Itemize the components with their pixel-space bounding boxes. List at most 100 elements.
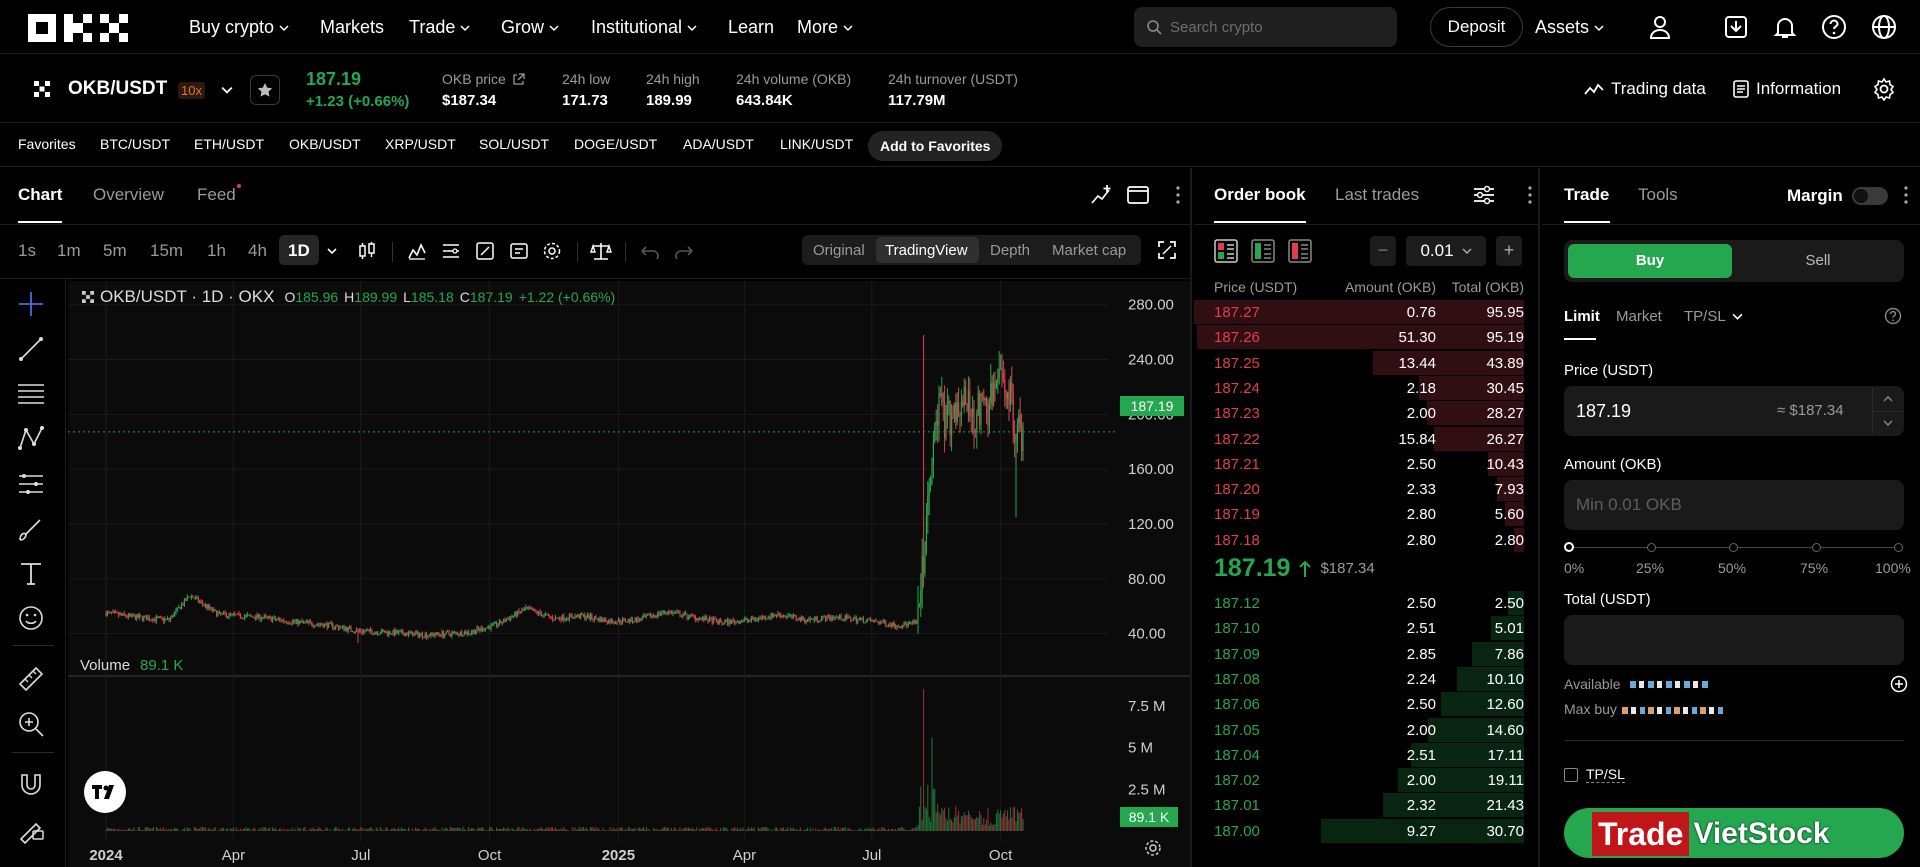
settings-gear-icon[interactable] bbox=[1872, 77, 1896, 101]
lock-drawing-icon[interactable] bbox=[16, 814, 46, 844]
view-depth[interactable]: Depth bbox=[990, 242, 1030, 259]
bid-row[interactable]: 187.12 2.50 2.50 bbox=[1214, 591, 1524, 616]
tradingview-logo[interactable] bbox=[84, 771, 126, 813]
timeframe-15m[interactable]: 15m bbox=[150, 241, 183, 261]
list-icon[interactable] bbox=[441, 241, 461, 261]
timeframe-5m[interactable]: 5m bbox=[103, 241, 127, 261]
tick-size-select[interactable]: 0.01 bbox=[1406, 236, 1486, 266]
price-field[interactable]: 187.19 ≈ $187.34 bbox=[1564, 386, 1904, 436]
ask-row[interactable]: 187.18 2.80 2.80 bbox=[1214, 527, 1524, 553]
ask-row[interactable]: 187.19 2.80 5.60 bbox=[1214, 502, 1524, 527]
tab-trade[interactable]: Trade bbox=[1564, 185, 1609, 205]
buy-tab[interactable]: Buy bbox=[1568, 244, 1732, 278]
fav-pair[interactable]: OKB/USDT bbox=[289, 136, 361, 152]
nav-institutional[interactable]: Institutional bbox=[591, 17, 697, 38]
emoji-icon[interactable] bbox=[16, 603, 46, 633]
nav-learn[interactable]: Learn bbox=[728, 17, 774, 38]
more-vertical-icon[interactable] bbox=[1528, 186, 1532, 204]
candles-icon[interactable] bbox=[357, 241, 377, 261]
book-bids-icon[interactable] bbox=[1251, 239, 1275, 263]
more-vertical-icon[interactable] bbox=[1176, 186, 1180, 204]
indicators-icon[interactable] bbox=[407, 241, 427, 261]
timeframe-1m[interactable]: 1m bbox=[57, 241, 81, 261]
deposit-button[interactable]: Deposit bbox=[1430, 7, 1523, 47]
tab-chart[interactable]: Chart bbox=[18, 185, 62, 205]
timeframe-4h[interactable]: 4h bbox=[248, 241, 267, 261]
nav-grow[interactable]: Grow bbox=[501, 17, 559, 38]
chart-area[interactable]: 280.00240.00200.00160.00120.0080.0040.00… bbox=[68, 281, 1190, 867]
drawing-template-icon[interactable] bbox=[475, 241, 495, 261]
add-funds-icon[interactable] bbox=[1890, 675, 1908, 693]
info-icon[interactable] bbox=[1884, 307, 1902, 325]
scale-icon[interactable] bbox=[590, 241, 612, 261]
nav-markets[interactable]: Markets bbox=[320, 17, 384, 38]
search-box[interactable] bbox=[1134, 7, 1397, 47]
tab-order-book[interactable]: Order book bbox=[1214, 185, 1306, 205]
magnet-icon[interactable] bbox=[16, 769, 46, 799]
search-input[interactable] bbox=[1170, 18, 1380, 36]
text-icon[interactable] bbox=[16, 559, 46, 589]
timeframe-1d[interactable]: 1D bbox=[288, 241, 310, 261]
favorite-star-button[interactable] bbox=[250, 75, 280, 105]
help-icon[interactable] bbox=[1820, 13, 1848, 41]
ruler-icon[interactable] bbox=[16, 664, 46, 694]
nav-trade[interactable]: Trade bbox=[409, 17, 470, 38]
bid-row[interactable]: 187.01 2.32 21.43 bbox=[1214, 793, 1524, 818]
chevron-down-icon[interactable] bbox=[221, 84, 233, 96]
tab-tools[interactable]: Tools bbox=[1638, 185, 1678, 205]
sell-tab[interactable]: Sell bbox=[1736, 244, 1900, 278]
bid-row[interactable]: 187.04 2.51 17.11 bbox=[1214, 742, 1524, 768]
fav-pair[interactable]: BTC/USDT bbox=[100, 136, 170, 152]
margin-toggle[interactable] bbox=[1852, 187, 1888, 205]
chart-settings-icon[interactable] bbox=[1144, 839, 1162, 857]
trend-line-icon[interactable] bbox=[16, 334, 46, 364]
more-vertical-icon[interactable] bbox=[1904, 186, 1908, 204]
decrease-tick-button[interactable]: − bbox=[1370, 236, 1396, 266]
fav-pair[interactable]: XRP/USDT bbox=[385, 136, 456, 152]
timeframe-1h[interactable]: 1h bbox=[207, 241, 226, 261]
order-type-limit[interactable]: Limit bbox=[1564, 308, 1600, 325]
tpsl-checkbox-row[interactable]: TP/SL bbox=[1564, 766, 1625, 783]
window-icon[interactable] bbox=[1127, 186, 1149, 204]
nav-more[interactable]: More bbox=[797, 17, 853, 38]
book-both-icon[interactable] bbox=[1214, 239, 1238, 263]
filter-sliders-icon[interactable] bbox=[1472, 184, 1496, 206]
book-asks-icon[interactable] bbox=[1288, 239, 1312, 263]
fav-pair[interactable]: ETH/USDT bbox=[194, 136, 264, 152]
gear-icon[interactable] bbox=[542, 241, 562, 261]
bid-row[interactable]: 187.08 2.24 10.10 bbox=[1214, 666, 1524, 692]
prediction-icon[interactable] bbox=[16, 469, 46, 499]
add-to-favorites-button[interactable]: Add to Favorites bbox=[868, 131, 1003, 161]
user-icon[interactable] bbox=[1646, 13, 1674, 41]
undo-icon[interactable] bbox=[641, 243, 659, 259]
tab-feed[interactable]: Feed bbox=[197, 185, 236, 205]
bid-row[interactable]: 187.09 2.85 7.86 bbox=[1214, 641, 1524, 667]
add-indicator-icon[interactable] bbox=[1090, 183, 1112, 205]
view-market-cap[interactable]: Market cap bbox=[1052, 242, 1126, 259]
globe-icon[interactable] bbox=[1870, 13, 1898, 41]
bid-row[interactable]: 187.06 2.50 12.60 bbox=[1214, 692, 1524, 717]
okx-logo[interactable] bbox=[28, 14, 130, 42]
view-original[interactable]: Original bbox=[813, 242, 865, 259]
brush-icon[interactable] bbox=[16, 514, 46, 544]
nav-assets[interactable]: Assets bbox=[1535, 17, 1604, 38]
trading-data-link[interactable]: Trading data bbox=[1584, 79, 1706, 99]
bid-row[interactable]: 187.05 2.00 14.60 bbox=[1214, 717, 1524, 743]
chevron-down-icon[interactable] bbox=[1882, 418, 1894, 428]
information-link[interactable]: Information bbox=[1733, 79, 1841, 99]
tpsl-checkbox[interactable] bbox=[1564, 767, 1578, 782]
ask-row[interactable]: 187.24 2.18 30.45 bbox=[1214, 375, 1524, 401]
chevron-up-icon[interactable] bbox=[1882, 394, 1894, 404]
fib-retracement-icon[interactable] bbox=[16, 379, 46, 409]
redo-icon[interactable] bbox=[675, 243, 693, 259]
bid-row[interactable]: 187.02 2.00 19.11 bbox=[1214, 768, 1524, 793]
amount-slider[interactable]: 0% 25% 50% 75% 100% bbox=[1564, 542, 1911, 582]
fav-pair[interactable]: SOL/USDT bbox=[479, 136, 549, 152]
zoom-in-icon[interactable] bbox=[16, 709, 46, 739]
tab-last-trades[interactable]: Last trades bbox=[1335, 185, 1419, 205]
amount-field[interactable]: Min 0.01 OKB bbox=[1564, 480, 1904, 530]
bid-row[interactable]: 187.00 9.27 30.70 bbox=[1214, 818, 1524, 844]
pattern-icon[interactable] bbox=[16, 424, 46, 454]
slider-handle[interactable] bbox=[1564, 542, 1574, 552]
bell-icon[interactable] bbox=[1771, 13, 1799, 41]
